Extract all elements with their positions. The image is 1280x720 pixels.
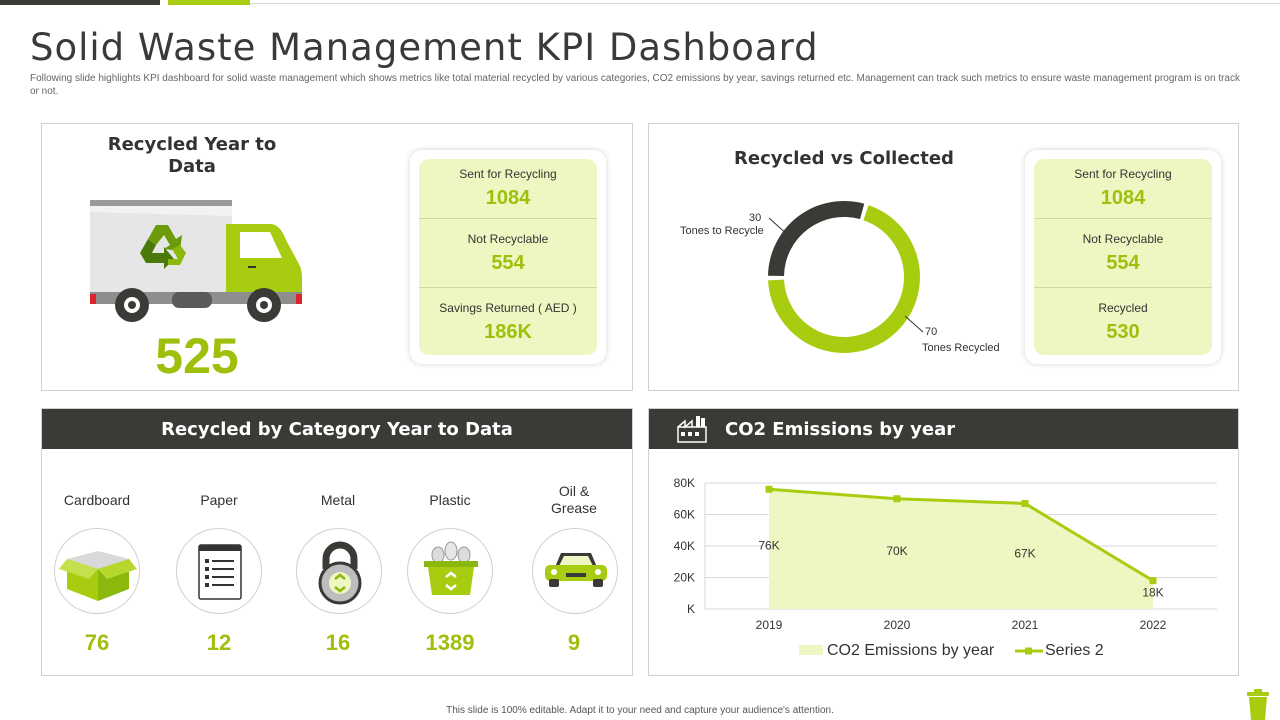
recycled-ytd-total: 525 [155,328,239,384]
category-value-plastic: 1389 [425,630,475,655]
category-value-paper: 12 [206,630,232,655]
category-name-paper: Paper [200,492,238,508]
co2-line-marker [893,495,901,503]
recycled-ytd-heading-line1: Recycled Year to [107,134,277,155]
stat-label: Savings Returned ( AED ) [439,301,577,315]
category-circle-plastic [407,528,493,614]
co2-data-label: 76K [758,538,779,552]
co2-line-marker [1149,577,1157,585]
co2-x-tick-label: 2022 [1140,618,1167,632]
stat-recycled: Recycled 530 [1034,301,1212,344]
co2-data-label: 67K [1014,546,1035,560]
category-name-cardboard: Cardboard [63,492,131,508]
co2-emissions-header: CO2 Emissions by year [649,409,1238,449]
recycled-ytd-heading-line2: Data [168,156,216,177]
category-value-cardboard: 76 [84,630,110,655]
co2-x-tick-label: 2021 [1012,618,1039,632]
co2-emissions-heading: CO2 Emissions by year [725,419,956,440]
stat-value: 554 [491,252,525,274]
top-accent-bar-green [168,0,250,5]
donut-label-to-recycle-value: 30 [749,212,762,224]
donut-label-recycled-value: 70 [925,326,938,338]
stat-label: Recycled [1098,301,1148,315]
co2-area-series [769,489,1153,609]
category-circle-paper [176,528,262,614]
donut-label-recycled-name: Tones Recycled [922,342,1000,354]
stat-value: 530 [1106,321,1140,343]
recycling-truck-icon [90,200,302,322]
recycled-ytd-heading: Recycled Year to Data [92,134,292,178]
recycled-vs-collected-stats-inner: Sent for Recycling 1084 Not Recyclable 5… [1034,159,1212,355]
stat-sent-for-recycling: Sent for Recycling 1084 [419,167,597,210]
co2-line-marker [1021,499,1029,507]
stat-savings-returned: Savings Returned ( AED ) 186K [419,301,597,344]
co2-legend-label-area: CO2 Emissions by year [827,642,995,659]
recycled-by-category-panel: Recycled by Category Year to Data Cardbo… [41,408,633,676]
factory-icon [677,416,707,443]
co2-y-tick-label: 60K [674,508,695,522]
stat-value: 1084 [1100,187,1146,209]
co2-y-tick-label: 20K [674,571,695,585]
plastic-bin-icon [424,541,478,595]
stat-not-recyclable: Not Recyclable 554 [419,232,597,275]
co2-line-marker [765,485,773,493]
category-circle-cardboard [54,528,140,614]
co2-emissions-chart: K 20K 40K 60K 80K 76K 70K 67K 18K 2019 2020 2021 202… [674,476,1217,659]
stat-sent-for-recycling: Sent for Recycling 1084 [1034,167,1212,210]
recycled-vs-collected-panel: Recycled vs Collected 30 Tones to Recycl… [648,123,1239,391]
trash-bin-icon [1247,689,1269,720]
recycled-by-category-heading: Recycled by Category Year to Data [161,419,513,440]
category-name-metal: Metal [320,492,356,508]
co2-legend-swatch-marker [1025,647,1032,655]
co2-legend-label-line: Series 2 [1045,642,1104,659]
stat-value: 1084 [485,187,531,209]
category-name-oil-grease: Oil & Grease [551,483,597,516]
recycled-ytd-stats-inner: Sent for Recycling 1084 Not Recyclable 5… [419,159,597,355]
co2-data-label: 18K [1142,586,1163,600]
co2-legend-swatch-area [799,645,823,655]
co2-data-label: 70K [886,544,907,558]
recycled-ytd-stats-card: Sent for Recycling 1084 Not Recyclable 5… [410,150,606,364]
donut-leader-line-recycled [904,315,924,333]
cardboard-box-icon [59,551,137,601]
stat-divider [419,287,597,288]
co2-y-tick-label: 80K [674,476,695,490]
stat-value: 186K [484,321,532,343]
donut-leader-line-to-recycle [768,217,790,237]
co2-y-tick-label: 40K [674,539,695,553]
category-circle-oil-grease [532,528,618,614]
recycled-vs-collected-heading: Recycled vs Collected [734,148,954,169]
stat-value: 554 [1106,252,1140,274]
stat-label: Sent for Recycling [1074,167,1172,181]
car-icon [545,553,607,587]
stat-divider [1034,287,1212,288]
top-divider-line [250,3,1280,4]
footer-note: This slide is 100% editable. Adapt it to… [446,705,834,716]
recycled-vs-collected-stats-card: Sent for Recycling 1084 Not Recyclable 5… [1025,150,1221,364]
category-circle-metal [296,528,382,614]
page-title: Solid Waste Management KPI Dashboard [30,26,819,69]
recycled-by-category-header: Recycled by Category Year to Data [42,409,632,449]
category-name-plastic: Plastic [429,492,471,508]
category-value-metal: 16 [325,630,351,655]
recycled-ytd-panel: Recycled Year to Data 525 Sent for Recyc [41,123,633,391]
paper-notepad-icon [198,544,242,600]
co2-emissions-panel: CO2 Emissions by year K 20K 40K 60K 80K 76K 70… [648,408,1239,676]
metal-lock-icon [318,541,362,605]
stat-divider [1034,218,1212,219]
page-subtitle: Following slide highlights KPI dashboard… [30,73,1240,97]
stat-label: Not Recyclable [1082,232,1164,246]
stat-divider [419,218,597,219]
stat-label: Not Recyclable [467,232,549,246]
co2-x-tick-label: 2020 [884,618,911,632]
stat-not-recyclable: Not Recyclable 554 [1034,232,1212,275]
top-accent-bar-dark [0,0,160,5]
category-value-oil-grease: 9 [567,630,581,655]
co2-y-tick-label: K [687,602,695,616]
co2-x-tick-label: 2019 [756,618,783,632]
stat-label: Sent for Recycling [459,167,557,181]
